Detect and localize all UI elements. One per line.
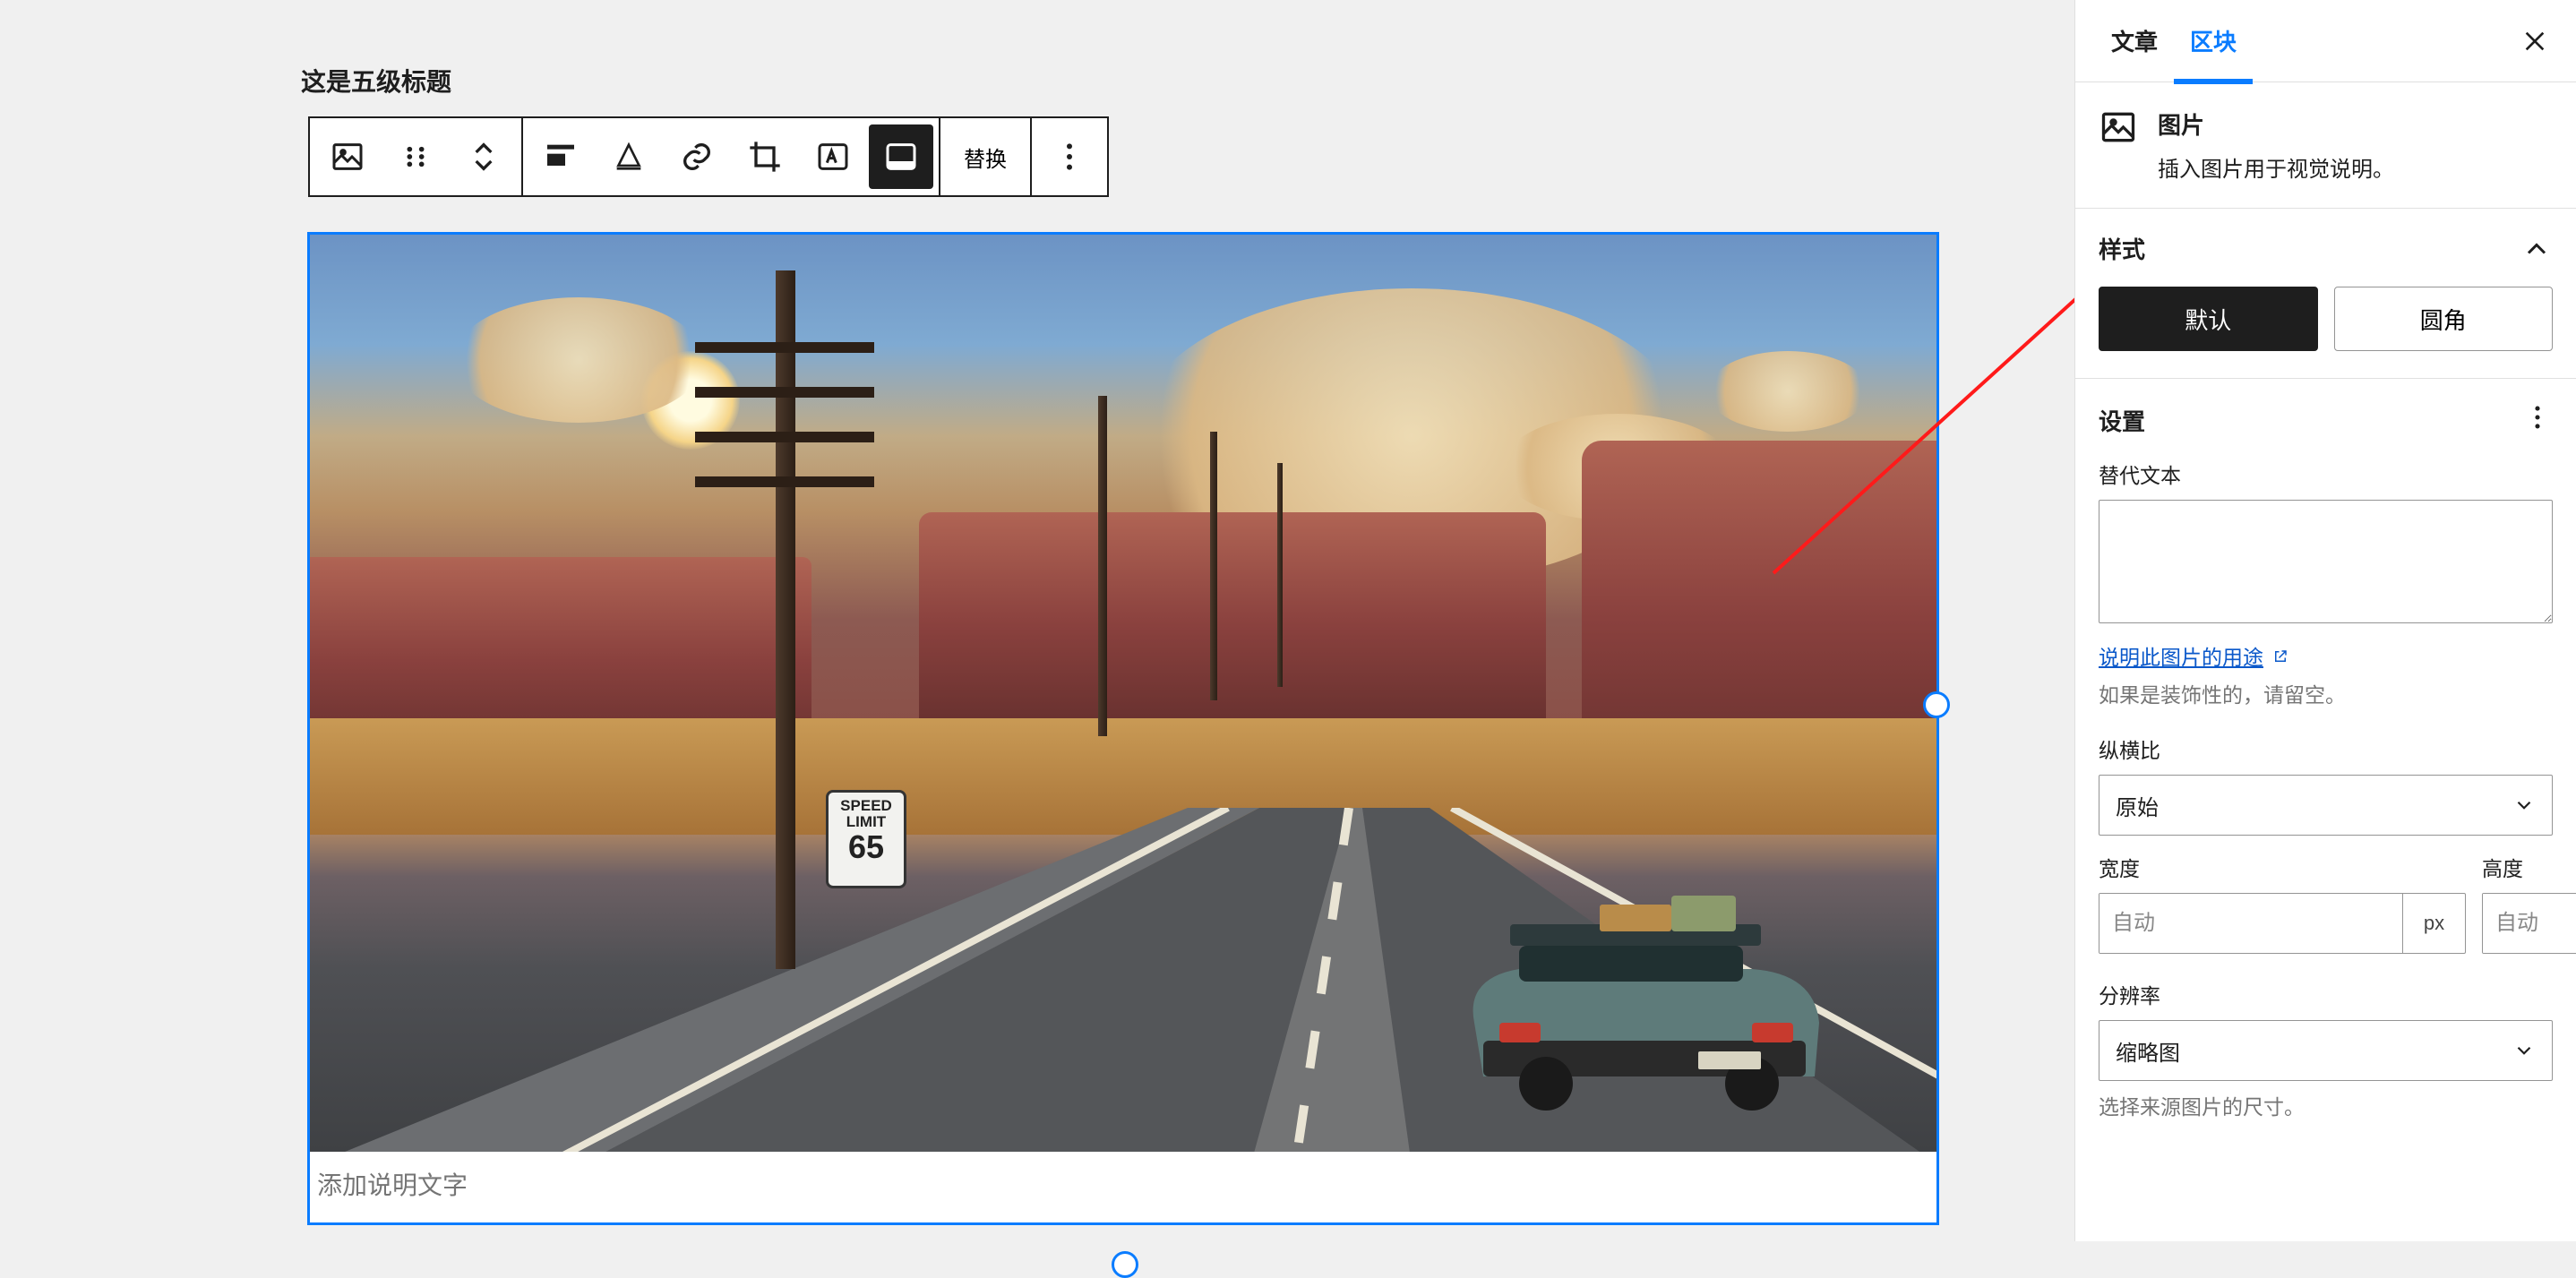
style-default-button[interactable]: 默认: [2099, 287, 2318, 351]
tab-post[interactable]: 文章: [2095, 3, 2174, 84]
width-unit[interactable]: px: [2402, 894, 2465, 953]
settings-sidebar: 文章 区块 图片 插入图片用于视觉说明。 样式 默认 圆角 设置: [2074, 0, 2576, 1241]
link-icon[interactable]: [665, 124, 729, 189]
block-info-description: 插入图片用于视觉说明。: [2158, 151, 2394, 183]
aspect-ratio-value: 原始: [2116, 790, 2159, 821]
height-input[interactable]: [2483, 894, 2576, 953]
resolution-label: 分辨率: [2099, 979, 2553, 1009]
resolution-select[interactable]: 缩略图: [2099, 1020, 2553, 1081]
chevron-down-icon: [2512, 1039, 2536, 1062]
aspect-ratio-select[interactable]: 原始: [2099, 775, 2553, 836]
move-up-down-icon[interactable]: [451, 124, 516, 189]
crop-icon[interactable]: [733, 124, 797, 189]
alt-text-label: 替代文本: [2099, 459, 2553, 489]
block-toolbar: 替换: [308, 116, 1109, 197]
block-type-image-icon[interactable]: [315, 124, 380, 189]
style-rounded-button[interactable]: 圆角: [2334, 287, 2554, 351]
caption-icon[interactable]: [869, 124, 933, 189]
resize-handle-right[interactable]: [1923, 691, 1950, 718]
styles-heading: 样式: [2099, 232, 2145, 265]
chevron-down-icon: [2512, 793, 2536, 817]
tab-block[interactable]: 区块: [2174, 3, 2253, 84]
external-link-icon: [2272, 646, 2288, 662]
resolution-hint: 选择来源图片的尺寸。: [2099, 1090, 2553, 1120]
drag-handle-icon[interactable]: [383, 124, 448, 189]
image-content-placeholder: SPEED LIMIT 65: [310, 235, 1936, 1152]
close-sidebar-icon[interactable]: [2513, 20, 2556, 63]
width-input[interactable]: [2099, 894, 2402, 953]
alt-text-hint: 如果是装饰性的，请留空。: [2099, 678, 2553, 708]
alt-text-input[interactable]: [2099, 500, 2553, 623]
aspect-ratio-label: 纵横比: [2099, 733, 2553, 764]
width-label: 宽度: [2099, 852, 2466, 882]
settings-heading: 设置: [2099, 404, 2145, 437]
more-options-icon[interactable]: [1037, 124, 1102, 189]
alt-text-help-link[interactable]: 说明此图片的用途: [2099, 646, 2263, 669]
block-info-title: 图片: [2158, 107, 2394, 141]
text-align-icon[interactable]: [597, 124, 661, 189]
image-caption-input[interactable]: [310, 1152, 1936, 1218]
chevron-up-icon: [2520, 233, 2553, 265]
panel-options-icon[interactable]: [2522, 402, 2553, 439]
text-overlay-icon[interactable]: [801, 124, 865, 189]
height-label: 高度: [2482, 852, 2576, 882]
align-icon[interactable]: [528, 124, 593, 189]
image-block-icon: [2099, 107, 2138, 147]
styles-panel-header[interactable]: 样式: [2099, 232, 2553, 265]
heading-level-5[interactable]: 这是五级标题: [301, 63, 451, 99]
resolution-value: 缩略图: [2116, 1035, 2180, 1067]
replace-button[interactable]: 替换: [944, 118, 1026, 195]
resize-handle-bottom[interactable]: [1112, 1251, 1138, 1278]
image-block[interactable]: SPEED LIMIT 65: [308, 233, 1938, 1224]
car-illustration: [1456, 888, 1833, 1112]
speed-limit-sign: SPEED LIMIT 65: [826, 790, 906, 888]
